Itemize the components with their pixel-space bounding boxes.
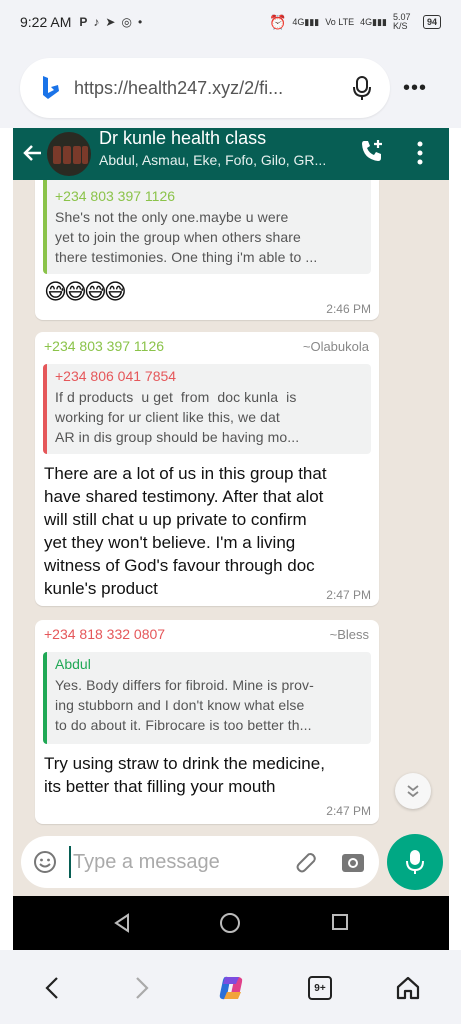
quoted-message[interactable]: +234 806 041 7854 If d products u get fr…	[43, 364, 371, 454]
battery-icon: 94	[422, 15, 441, 29]
copilot-icon[interactable]	[216, 974, 248, 1002]
back-icon[interactable]	[38, 974, 66, 1002]
telegram-icon: ➤	[105, 15, 116, 29]
url-text[interactable]: https://health247.xyz/2/fi...	[74, 78, 348, 99]
chat-header: Dr kunle health class Abdul, Asmau, Eke,…	[13, 128, 449, 180]
more-options-icon[interactable]: •••	[400, 74, 430, 102]
volte-icon: Vo LTE	[325, 17, 355, 27]
quoted-message[interactable]: +234 803 397 1126 She's not the only one…	[43, 180, 371, 274]
quoted-message[interactable]: Abdul Yes. Body differs for fibroid. Min…	[43, 652, 371, 744]
back-arrow-icon[interactable]	[21, 141, 45, 165]
quote-author: Abdul	[55, 656, 91, 672]
message-input-bar	[21, 836, 379, 888]
status-right: ⏰ 4G▮▮▮ Vo LTE 4G▮▮▮ 5.07 K/S 94	[269, 13, 441, 31]
quote-line: Yes. Body differs for fibroid. Mine is p…	[55, 677, 314, 693]
forward-icon[interactable]	[128, 974, 156, 1002]
emoji-text: 😅😅😅😅	[44, 279, 127, 304]
home-icon[interactable]	[394, 974, 422, 1002]
whatsapp-icon: ◎	[121, 15, 132, 29]
message-line: There are a lot of us in this group that	[44, 464, 327, 483]
message-text: Try using straw to drink the medicine, i…	[44, 752, 325, 798]
address-bar[interactable]: https://health247.xyz/2/fi...	[20, 58, 390, 118]
quote-line: yet to join the group when others share	[55, 229, 301, 245]
message-bubble[interactable]: +234 818 332 0807 ~Bless Abdul Yes. Body…	[35, 620, 379, 824]
sender-name[interactable]: +234 803 397 1126	[44, 338, 164, 354]
back-triangle-icon	[113, 913, 131, 938]
message-input[interactable]	[69, 846, 269, 878]
message-line: witness of God's favour through doc	[44, 556, 315, 575]
p-app-icon: P	[79, 15, 88, 29]
message-line: yet they won't believe. I'm a living	[44, 533, 296, 552]
add-call-icon[interactable]	[359, 138, 385, 164]
tabs-icon[interactable]: 9+	[306, 974, 334, 1002]
whatsapp-screenshot: Dr kunle health class Abdul, Asmau, Eke,…	[13, 128, 449, 896]
microphone-icon	[406, 850, 424, 874]
tiktok-icon: ♪	[93, 15, 100, 29]
quote-line: She's not the only one.maybe u were	[55, 209, 289, 225]
quote-line: ing stubborn and I don't know what else	[55, 697, 305, 713]
quote-line: If d products u get from doc kunla is	[55, 389, 297, 405]
quote-author: +234 803 397 1126	[55, 188, 176, 204]
emoji-icon[interactable]	[33, 850, 57, 874]
status-time: 9:22 AM	[20, 14, 72, 30]
recents-square-icon	[331, 913, 349, 936]
mic-icon[interactable]	[348, 74, 376, 102]
status-bar: 9:22 AM P ♪ ➤ ◎ • ⏰ 4G▮▮▮ Vo LTE 4G▮▮▮ 5…	[0, 0, 461, 44]
menu-kebab-icon[interactable]	[413, 140, 427, 166]
quote-line: AR in dis group should be having mo...	[55, 429, 300, 445]
message-time: 2:47 PM	[326, 588, 371, 602]
camera-icon[interactable]	[339, 848, 367, 876]
group-members: Abdul, Asmau, Eke, Fofo, Gilo, GR...	[99, 152, 327, 168]
quote-line: there testimonies. One thing i'm able to…	[55, 249, 318, 265]
quote-line: to do about it. Fibrocare is too better …	[55, 717, 312, 733]
message-line: kunle's product	[44, 579, 158, 598]
message-bubble[interactable]: +234 803 397 1126 ~Olabukola +234 806 04…	[35, 332, 379, 606]
message-line: Try using straw to drink the medicine,	[44, 754, 325, 773]
message-line: have shared testimony. After that alot	[44, 487, 324, 506]
signal-4g-icon: 4G▮▮▮	[292, 16, 320, 27]
sender-alias: ~Olabukola	[302, 339, 369, 354]
quote-author: +234 806 041 7854	[55, 368, 177, 384]
dot-icon: •	[137, 15, 143, 29]
attach-icon[interactable]	[291, 848, 319, 876]
tabs-count: 9+	[308, 976, 332, 1000]
message-time: 2:46 PM	[326, 302, 371, 316]
message-line: its better that filling your mouth	[44, 777, 276, 796]
message-time: 2:47 PM	[326, 804, 371, 818]
group-title[interactable]: Dr kunle health class	[99, 128, 266, 149]
sender-name[interactable]: +234 818 332 0807	[44, 626, 165, 642]
browser-bottom-nav: 9+	[0, 950, 461, 1024]
message-text: There are a lot of us in this group that…	[44, 462, 327, 600]
alarm-icon: ⏰	[268, 13, 287, 30]
bing-icon	[43, 76, 59, 99]
message-line: will still chat u up private to confirm	[44, 510, 307, 529]
notification-icons: P ♪ ➤ ◎ •	[79, 15, 142, 29]
voice-record-button[interactable]	[387, 834, 443, 890]
android-nav-bar	[13, 896, 449, 950]
group-avatar[interactable]	[47, 132, 91, 176]
signal-4g-icon-2: 4G▮▮▮	[360, 16, 387, 27]
message-bubble[interactable]: +234 803 397 1126 She's not the only one…	[35, 180, 379, 320]
quote-line: working for ur client like this, we dat	[55, 409, 280, 425]
sender-alias: ~Bless	[329, 627, 369, 642]
home-circle-icon	[219, 912, 241, 939]
chevron-double-down-icon	[407, 785, 419, 798]
net-speed: 5.07 K/S	[392, 12, 411, 31]
scroll-down-button[interactable]	[395, 773, 431, 809]
browser-toolbar: https://health247.xyz/2/fi... •••	[0, 44, 461, 128]
